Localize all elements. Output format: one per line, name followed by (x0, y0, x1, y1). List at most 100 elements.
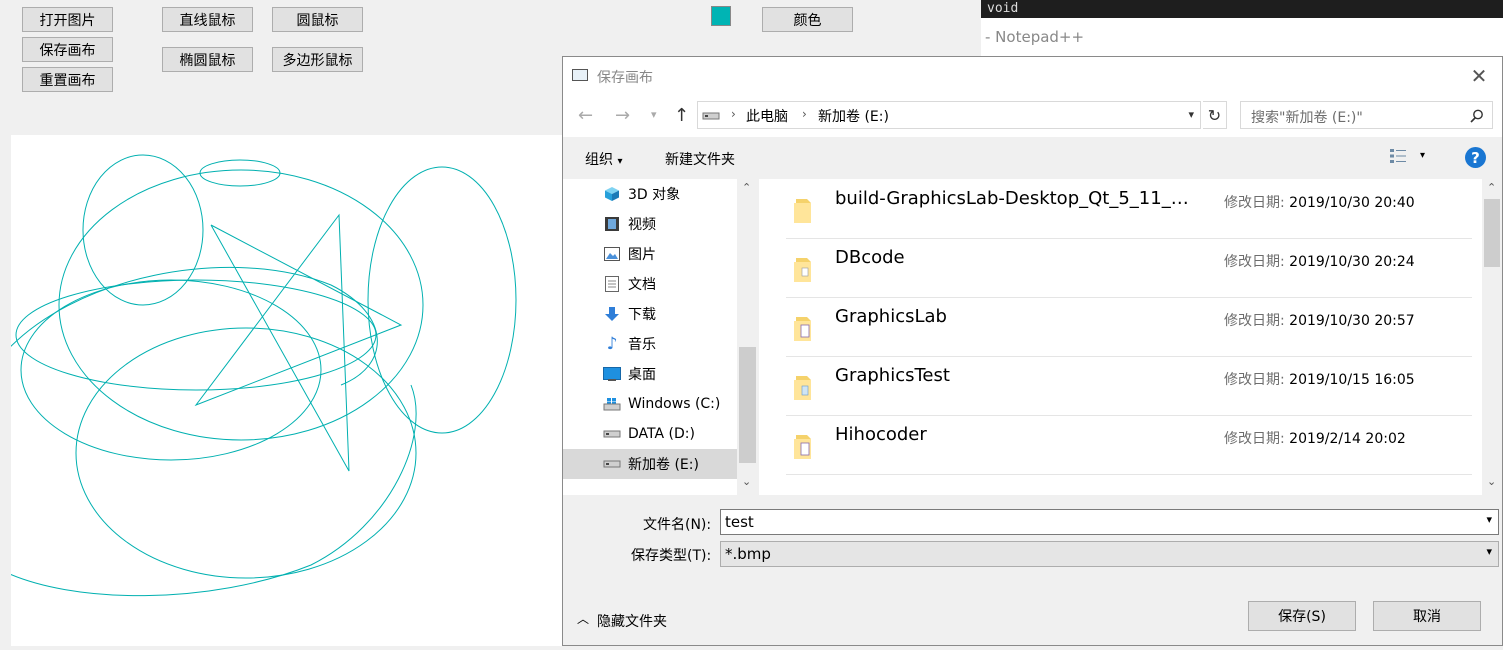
address-bar[interactable]: › 此电脑 › 新加卷 (E:) ▾ (697, 101, 1201, 129)
tree-item-videos[interactable]: 视频 (563, 209, 737, 239)
tree-item-label: 文档 (628, 277, 656, 293)
tree-item-music[interactable]: ♪ 音乐 (563, 329, 737, 359)
breadcrumb-drive[interactable]: 新加卷 (E:) (818, 106, 889, 126)
folder-icon (794, 376, 811, 400)
file-date: 修改日期: 2019/10/15 16:05 (1224, 372, 1415, 388)
chevron-right-icon: › (731, 107, 736, 121)
scroll-down-icon[interactable]: ⌄ (1487, 475, 1496, 488)
circle-mouse-button[interactable]: 圆鼠标 (272, 7, 363, 32)
forward-arrow-icon[interactable]: → (615, 105, 630, 126)
polygon-mouse-button[interactable]: 多边形鼠标 (272, 47, 363, 72)
tree-scrollbar[interactable]: ⌃ ⌄ (737, 179, 758, 495)
file-list-scrollbar[interactable]: ⌃ ⌄ (1482, 179, 1502, 495)
open-image-button[interactable]: 打开图片 (22, 7, 113, 32)
tree-scroll-thumb[interactable] (739, 347, 756, 463)
file-row[interactable]: GraphicsTest 修改日期: 2019/10/15 16:05 (786, 356, 1472, 416)
drawn-curve (0, 384, 417, 597)
file-name: build-GraphicsLab-Desktop_Qt_5_11_2_... (835, 188, 1200, 209)
file-row[interactable]: Hihocoder 修改日期: 2019/2/14 20:02 (786, 415, 1472, 475)
chevron-down-icon[interactable]: ▾ (1420, 150, 1425, 161)
dialog-titlebar: 保存画布 ✕ (563, 57, 1502, 95)
drive-icon (603, 426, 621, 442)
back-arrow-icon[interactable]: ← (578, 105, 593, 126)
tree-item-label: 下载 (628, 307, 656, 323)
filename-value: test (725, 513, 754, 531)
filename-input[interactable]: test ▾ (720, 509, 1499, 535)
tree-item-label: 新加卷 (E:) (628, 457, 699, 473)
file-date: 修改日期: 2019/10/30 20:57 (1224, 313, 1415, 329)
file-row[interactable]: DBcode 修改日期: 2019/10/30 20:24 (786, 238, 1472, 298)
tree-item-label: Windows (C:) (628, 396, 721, 412)
search-icon (1470, 109, 1483, 123)
help-icon[interactable]: ? (1465, 147, 1486, 168)
file-row[interactable]: build-GraphicsLab-Desktop_Qt_5_11_2_... … (786, 179, 1472, 239)
chevron-right-icon: › (802, 107, 807, 121)
breadcrumb-this-pc[interactable]: 此电脑 (746, 106, 788, 126)
tree-item-3d-objects[interactable]: 3D 对象 (563, 179, 737, 209)
tree-item-new-volume-e[interactable]: 新加卷 (E:) (563, 449, 737, 479)
new-folder-button[interactable]: 新建文件夹 (665, 149, 735, 169)
chevron-down-icon[interactable]: ▾ (1486, 513, 1492, 526)
file-date: 修改日期: 2019/2/14 20:02 (1224, 431, 1406, 447)
scroll-down-icon[interactable]: ⌄ (742, 475, 751, 488)
view-options-icon[interactable] (1389, 147, 1407, 165)
filename-label: 文件名(N): (643, 517, 712, 533)
desktop-icon (603, 366, 621, 382)
search-placeholder: 搜索"新加卷 (E:)" (1251, 110, 1363, 126)
documents-icon (603, 276, 621, 292)
cancel-button[interactable]: 取消 (1373, 601, 1481, 631)
windows-drive-icon (603, 396, 621, 412)
file-name: GraphicsLab (835, 306, 947, 327)
close-icon: ✕ (1470, 64, 1488, 88)
folder-icon (794, 435, 811, 459)
color-button[interactable]: 颜色 (762, 7, 853, 32)
tree-item-documents[interactable]: 文档 (563, 269, 737, 299)
recent-locations-icon[interactable]: ▾ (651, 108, 657, 121)
save-button[interactable]: 保存(S) (1248, 601, 1356, 631)
line-mouse-button[interactable]: 直线鼠标 (162, 7, 253, 32)
folder-icon (794, 317, 811, 341)
tree-item-pictures[interactable]: 图片 (563, 239, 737, 269)
save-dialog: 保存画布 ✕ ← → ▾ ↑ › 此电脑 › 新加卷 (E:) ▾ ↻ 搜索"新… (562, 56, 1503, 646)
refresh-button[interactable]: ↻ (1203, 101, 1227, 129)
scroll-up-icon[interactable]: ⌃ (1487, 181, 1496, 194)
file-scroll-thumb[interactable] (1484, 199, 1500, 267)
drive-icon (603, 456, 621, 472)
file-row-partial[interactable] (786, 474, 1472, 495)
drawn-ellipse (15, 279, 377, 391)
dialog-title: 保存画布 (597, 70, 653, 86)
organize-menu[interactable]: 组织 ▾ (585, 149, 622, 169)
file-row[interactable]: GraphicsLab 修改日期: 2019/10/30 20:57 (786, 297, 1472, 357)
ellipse-mouse-button[interactable]: 椭圆鼠标 (162, 47, 253, 72)
up-arrow-icon[interactable]: ↑ (674, 105, 689, 126)
tree-item-windows-c[interactable]: Windows (C:) (563, 389, 737, 419)
file-name: GraphicsTest (835, 365, 950, 386)
tree-item-label: DATA (D:) (628, 426, 695, 442)
close-button[interactable]: ✕ (1456, 57, 1502, 95)
file-list: build-GraphicsLab-Desktop_Qt_5_11_2_... … (759, 179, 1482, 495)
file-name: DBcode (835, 247, 905, 268)
save-canvas-button[interactable]: 保存画布 (22, 37, 113, 62)
hide-folders-toggle[interactable]: 隐藏文件夹 (597, 611, 667, 631)
filetype-label: 保存类型(T): (631, 548, 712, 564)
tree-item-downloads[interactable]: 下载 (563, 299, 737, 329)
scroll-up-icon[interactable]: ⌃ (742, 181, 751, 194)
refresh-icon: ↻ (1207, 105, 1222, 125)
reset-canvas-button[interactable]: 重置画布 (22, 67, 113, 92)
tree-item-label: 图片 (628, 247, 656, 263)
chevron-down-icon[interactable]: ▾ (1188, 108, 1194, 121)
tree-item-data-d[interactable]: DATA (D:) (563, 419, 737, 449)
tree-item-desktop[interactable]: 桌面 (563, 359, 737, 389)
drawn-ellipse (199, 159, 281, 187)
file-date: 修改日期: 2019/10/30 20:40 (1224, 195, 1415, 211)
chevron-down-icon[interactable]: ▾ (1486, 545, 1492, 558)
search-box[interactable]: 搜索"新加卷 (E:)" (1240, 101, 1493, 129)
pictures-icon (603, 246, 621, 262)
drawing-canvas[interactable] (0, 135, 571, 646)
app-icon (572, 69, 588, 81)
music-icon: ♪ (606, 334, 618, 354)
filetype-select[interactable]: *.bmp ▾ (720, 541, 1499, 567)
file-date: 修改日期: 2019/10/30 20:24 (1224, 254, 1415, 270)
color-swatch (711, 6, 731, 26)
chevron-up-icon[interactable]: ︿ (577, 610, 589, 627)
